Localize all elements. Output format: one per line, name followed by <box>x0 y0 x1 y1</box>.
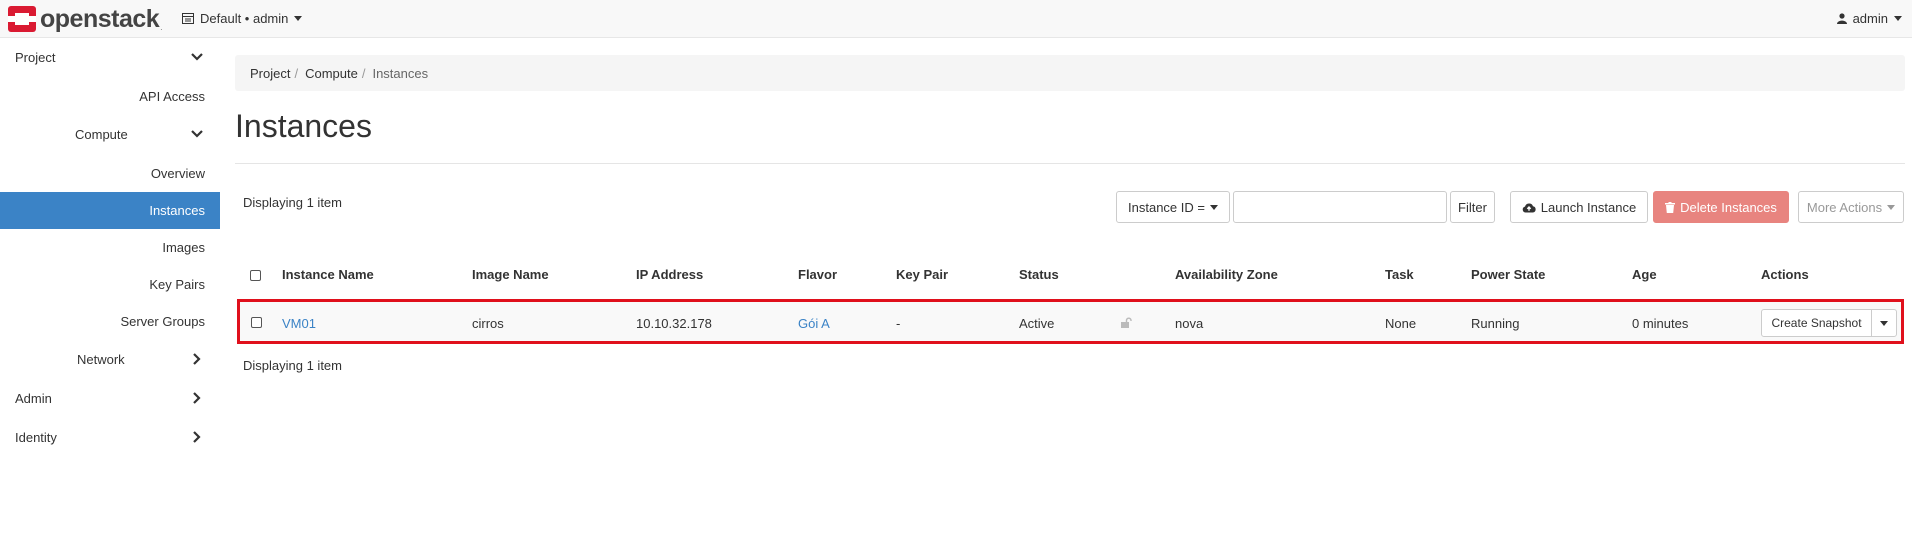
sidebar-item-label: Images <box>162 239 205 255</box>
column-header-ip-address[interactable]: IP Address <box>636 267 703 282</box>
column-header-availability-zone[interactable]: Availability Zone <box>1175 267 1278 282</box>
launch-instance-label: Launch Instance <box>1540 199 1637 215</box>
chevron-down-icon <box>191 130 203 138</box>
chevron-down-icon <box>1209 204 1218 210</box>
age: 0 minutes <box>1632 316 1689 331</box>
column-header-age[interactable]: Age <box>1632 267 1657 282</box>
availability-zone: nova <box>1175 316 1204 331</box>
page-title: Instances <box>235 108 372 144</box>
openstack-logo-icon <box>8 6 36 32</box>
sidebar-item-label: Compute <box>75 126 128 142</box>
breadcrumb-separator: / <box>294 65 299 81</box>
sidebar-item-label: Admin <box>15 390 52 406</box>
breadcrumb: Project / Compute / Instances <box>235 55 1905 91</box>
project-switcher-label: Default • admin <box>200 11 289 26</box>
more-actions-button[interactable]: More Actions <box>1798 191 1904 223</box>
delete-instances-label: Delete Instances <box>1680 199 1777 215</box>
sidebar-item-instances[interactable]: Instances <box>0 192 220 229</box>
chevron-down-icon <box>191 53 203 61</box>
column-header-flavor[interactable]: Flavor <box>798 267 837 282</box>
sidebar-item-label: Instances <box>149 203 205 218</box>
unlock-icon <box>1121 317 1132 328</box>
chevron-right-icon <box>193 392 201 404</box>
sidebar-item-label: API Access <box>139 88 205 104</box>
row-actions: Create Snapshot <box>1761 309 1897 337</box>
key-pair: - <box>896 316 901 331</box>
openstack-logo[interactable]: openstack . <box>8 6 163 32</box>
item-count-label: Displaying 1 item <box>243 358 342 373</box>
breadcrumb-separator: / <box>361 65 366 81</box>
chevron-down-icon <box>1887 204 1896 210</box>
create-snapshot-label: Create Snapshot <box>1771 316 1862 330</box>
item-count-bottom: Displaying 1 item <box>243 358 342 373</box>
logo-dot: . <box>160 22 163 32</box>
instance-name-link[interactable]: VM01 <box>282 316 316 331</box>
chevron-down-icon <box>1880 320 1888 326</box>
sidebar-item-label: Network <box>77 351 125 367</box>
sidebar-item-identity[interactable]: Identity <box>0 419 220 455</box>
item-count: Displaying 1 item <box>243 195 342 210</box>
sidebar-item-label: Server Groups <box>120 313 205 329</box>
row-checkbox[interactable] <box>251 317 262 328</box>
row-actions-toggle[interactable] <box>1872 310 1896 336</box>
select-all-checkbox[interactable] <box>250 270 261 281</box>
filter-button[interactable]: Filter <box>1450 191 1495 223</box>
ip-address: 10.10.32.178 <box>636 316 712 331</box>
image-name: cirros <box>472 316 504 331</box>
table-header: Instance Name Image Name IP Address Flav… <box>235 263 1905 289</box>
sidebar-item-api-access[interactable]: API Access <box>0 78 220 114</box>
chevron-right-icon <box>193 431 201 443</box>
item-count-label: Displaying 1 item <box>243 195 342 210</box>
user-icon <box>1836 13 1847 24</box>
sidebar-item-compute[interactable]: Compute <box>0 116 220 152</box>
flavor-link[interactable]: Gói A <box>798 316 830 331</box>
chevron-down-icon <box>294 16 303 21</box>
project-switcher[interactable]: Default • admin <box>182 11 303 26</box>
column-header-actions: Actions <box>1761 267 1809 282</box>
column-header-image-name[interactable]: Image Name <box>472 267 549 282</box>
column-header-power-state[interactable]: Power State <box>1471 267 1545 282</box>
column-header-task[interactable]: Task <box>1385 267 1414 282</box>
filter-field-label: Instance ID = <box>1128 199 1205 215</box>
create-snapshot-button[interactable]: Create Snapshot <box>1762 310 1872 336</box>
chevron-down-icon <box>1894 16 1902 21</box>
breadcrumb-compute[interactable]: Compute <box>305 66 358 81</box>
power-state: Running <box>1471 316 1520 331</box>
chevron-right-icon <box>193 353 201 365</box>
divider <box>235 163 1905 164</box>
sidebar-item-images[interactable]: Images <box>0 229 220 265</box>
top-navbar: openstack . Default • admin admin <box>0 0 1912 38</box>
logo-text: openstack <box>40 5 160 33</box>
filter-field-select[interactable]: Instance ID = <box>1116 191 1230 223</box>
filter-button-label: Filter <box>1458 199 1487 215</box>
delete-instances-button[interactable]: Delete Instances <box>1653 191 1789 223</box>
status: Active <box>1019 316 1055 331</box>
sidebar-item-label: Identity <box>15 429 57 445</box>
sidebar-item-network[interactable]: Network <box>0 341 220 377</box>
sidebar-item-server-groups[interactable]: Server Groups <box>0 303 220 339</box>
sidebar-item-overview[interactable]: Overview <box>0 155 220 191</box>
trash-icon <box>1665 201 1676 213</box>
column-header-instance-name[interactable]: Instance Name <box>282 267 374 282</box>
sidebar-item-project[interactable]: Project <box>0 39 220 75</box>
breadcrumb-project[interactable]: Project <box>250 66 290 81</box>
more-actions-label: More Actions <box>1806 199 1883 215</box>
sidebar-item-label: Project <box>15 49 56 65</box>
sidebar-item-label: Key Pairs <box>149 276 205 292</box>
column-header-key-pair[interactable]: Key Pair <box>896 267 948 282</box>
sidebar-item-key-pairs[interactable]: Key Pairs <box>0 266 220 302</box>
task: None <box>1385 316 1417 331</box>
cloud-upload-icon <box>1522 202 1536 212</box>
table-row: VM01 cirros 10.10.32.178 Gói A - Active … <box>237 299 1904 344</box>
breadcrumb-current: Instances <box>372 65 429 81</box>
sidebar: Project API Access Compute Overview Inst… <box>0 38 220 541</box>
column-header-status[interactable]: Status <box>1019 267 1059 282</box>
filter-input[interactable] <box>1233 191 1447 223</box>
project-icon <box>182 13 194 24</box>
user-menu[interactable]: admin <box>1836 11 1902 26</box>
sidebar-item-label: Overview <box>150 165 205 181</box>
launch-instance-button[interactable]: Launch Instance <box>1510 191 1648 223</box>
user-menu-label: admin <box>1852 11 1888 26</box>
sidebar-item-admin[interactable]: Admin <box>0 380 220 416</box>
